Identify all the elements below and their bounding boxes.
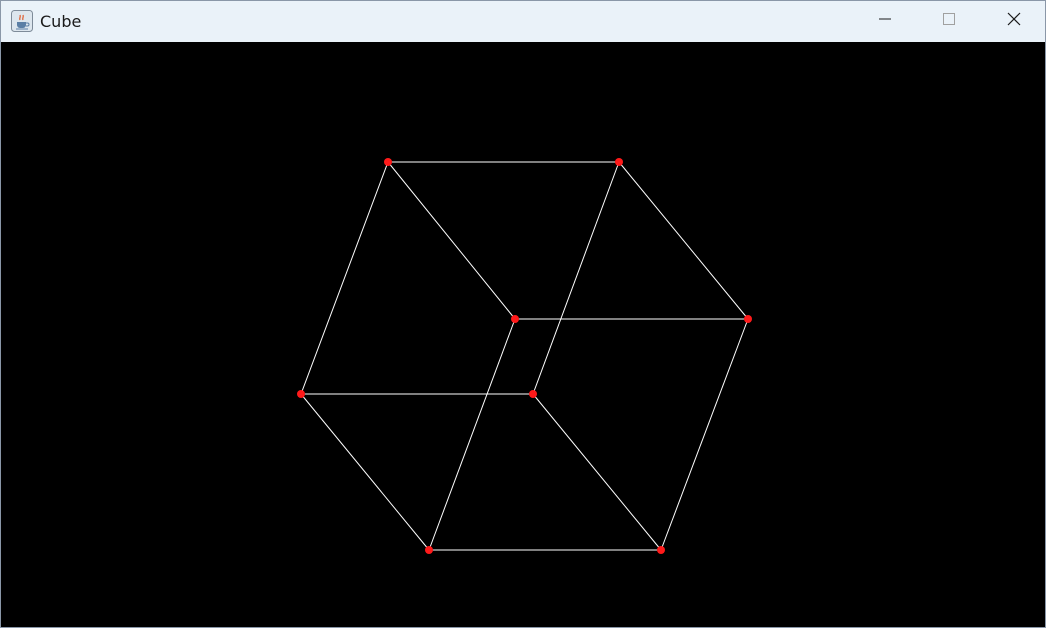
close-icon	[1007, 12, 1021, 31]
cube-vertex	[744, 315, 752, 323]
minimize-button[interactable]	[853, 1, 917, 42]
maximize-icon	[942, 12, 956, 31]
cube-edge	[660, 318, 749, 551]
cube-vertex	[657, 546, 665, 554]
cube-edge	[532, 393, 662, 551]
cube-vertex	[511, 315, 519, 323]
java-cup-icon[interactable]	[11, 10, 33, 32]
cube-edge	[300, 393, 430, 551]
drawing-canvas[interactable]	[1, 42, 1045, 627]
window-title: Cube	[40, 12, 82, 31]
cube-edge	[300, 161, 389, 395]
cube-edge	[532, 161, 620, 395]
cube-vertex	[615, 158, 623, 166]
cube-vertex	[297, 390, 305, 398]
cube-vertex	[425, 546, 433, 554]
cube-edge	[428, 318, 516, 551]
cube-wireframe	[297, 158, 752, 554]
close-button[interactable]	[982, 1, 1046, 42]
cube-vertex	[384, 158, 392, 166]
cube-edge	[618, 161, 749, 320]
cube-edge	[387, 161, 516, 320]
minimize-icon	[878, 12, 892, 31]
maximize-button[interactable]	[917, 1, 981, 42]
cube-vertex	[529, 390, 537, 398]
application-window: Cube	[0, 0, 1046, 628]
title-bar[interactable]: Cube	[1, 1, 1045, 42]
